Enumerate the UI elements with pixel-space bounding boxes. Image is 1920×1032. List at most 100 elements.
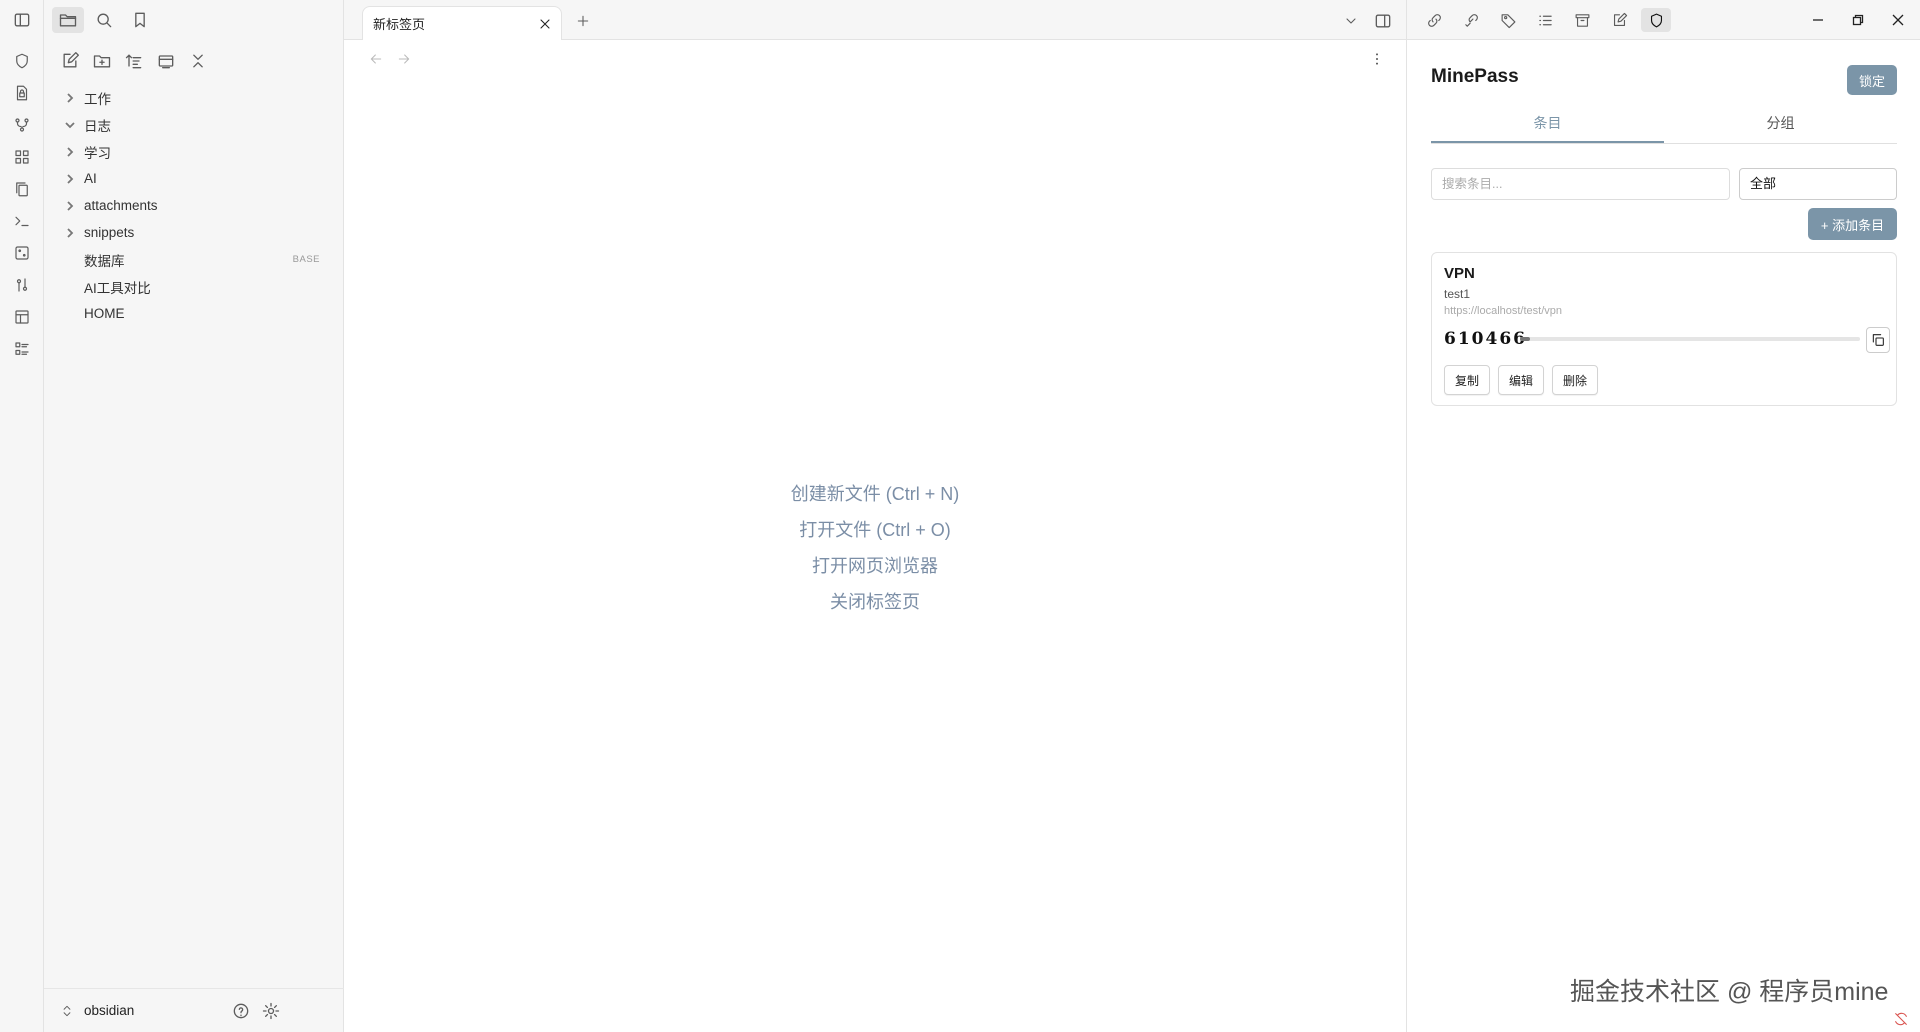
- group-filter-select[interactable]: 全部: [1739, 168, 1897, 200]
- entry-url: https://localhost/test/vpn: [1444, 305, 1563, 317]
- tree-item-label: 日志: [84, 118, 111, 134]
- entry-actions: 复制 编辑 删除: [1444, 365, 1606, 395]
- search-icon[interactable]: [88, 7, 120, 33]
- new-tab-plus-icon[interactable]: [572, 10, 594, 32]
- bookmark-icon[interactable]: [124, 7, 156, 33]
- collapse-view-icon[interactable]: [150, 48, 182, 74]
- tag-icon[interactable]: [1493, 8, 1523, 32]
- arrow-left-icon[interactable]: [362, 48, 390, 70]
- tree-item-label: AI: [84, 171, 97, 186]
- watermark: 掘金技术社区 @ 程序员mine: [1570, 978, 1889, 1006]
- chevrons-up-down-icon: [63, 1005, 71, 1016]
- tab-list-chevron-down-icon[interactable]: [1340, 10, 1362, 32]
- main-workspace: 新标签页 创建新文件 (Ctrl + N) 打开文件 (Ctrl + O) 打开…: [344, 0, 1406, 1032]
- collapse-all-icon[interactable]: [182, 48, 214, 74]
- edit-button[interactable]: 编辑: [1498, 365, 1545, 395]
- arrow-right-icon[interactable]: [390, 48, 418, 70]
- sliders-icon[interactable]: [10, 273, 34, 297]
- copy-files-icon[interactable]: [10, 177, 34, 201]
- delete-button[interactable]: 删除: [1552, 365, 1599, 395]
- tree-folder[interactable]: 日志: [44, 111, 344, 138]
- copy-button[interactable]: 复制: [1444, 365, 1491, 395]
- tab-bar: 新标签页: [344, 0, 1406, 40]
- chevron-right-icon: [62, 198, 78, 214]
- shield-icon[interactable]: [1641, 8, 1671, 32]
- right-sidebar-toggle-icon[interactable]: [1372, 10, 1394, 32]
- git-graph-icon[interactable]: [10, 113, 34, 137]
- navigation-bar: [362, 48, 418, 70]
- tree-folder[interactable]: attachments: [44, 192, 344, 219]
- file-explorer-sidebar: 工作 日志 学习 AI attachments snippets 数据库 BAS…: [14, 0, 344, 1032]
- chevron-right-icon: [62, 144, 78, 160]
- vault-switcher[interactable]: obsidian: [60, 1003, 134, 1018]
- vault-name: obsidian: [84, 1003, 135, 1018]
- chevron-right-icon: [62, 90, 78, 106]
- chevron-right-icon: [62, 171, 78, 187]
- tree-folder[interactable]: AI: [44, 165, 344, 192]
- right-sidebar: MinePass 锁定 条目 分组 全部 + 添加条目 VPN test1 ht…: [1406, 0, 1920, 1032]
- chevron-right-icon: [62, 225, 78, 241]
- terminal-icon[interactable]: [10, 209, 34, 233]
- tree-item-label: snippets: [84, 225, 135, 240]
- tree-folder[interactable]: snippets: [44, 219, 344, 246]
- layout-icon[interactable]: [10, 305, 34, 329]
- tab-entries[interactable]: 条目: [1431, 110, 1664, 143]
- help-icon[interactable]: [230, 1000, 252, 1022]
- link-check-icon[interactable]: [1456, 8, 1486, 32]
- lock-button[interactable]: 锁定: [1847, 65, 1897, 95]
- open-file-action[interactable]: 打开文件 (Ctrl + O): [344, 512, 1406, 548]
- sidebar-toggle-icon[interactable]: [6, 7, 38, 33]
- explorer-actions: [54, 48, 214, 74]
- entry-card: VPN test1 https://localhost/test/vpn 610…: [1431, 252, 1897, 406]
- empty-tab-actions: 创建新文件 (Ctrl + N) 打开文件 (Ctrl + O) 打开网页浏览器…: [344, 476, 1406, 620]
- tree-folder[interactable]: 工作: [44, 84, 344, 111]
- tree-item-label: HOME: [84, 306, 125, 321]
- checklist-icon[interactable]: [10, 337, 34, 361]
- create-new-file-action[interactable]: 创建新文件 (Ctrl + N): [344, 476, 1406, 512]
- sidebar-header: [14, 0, 344, 40]
- otp-countdown-fill: [1520, 337, 1531, 341]
- close-icon[interactable]: [537, 16, 553, 32]
- tree-item-label: attachments: [84, 198, 158, 213]
- sync-status-icon[interactable]: [1893, 1011, 1911, 1029]
- tab-new-tab[interactable]: 新标签页: [362, 6, 562, 40]
- more-options-icon[interactable]: [1366, 48, 1388, 70]
- dice-icon[interactable]: [10, 241, 34, 265]
- close-window-icon[interactable]: [1883, 8, 1913, 32]
- add-entry-button[interactable]: + 添加条目: [1808, 208, 1897, 240]
- close-tab-action[interactable]: 关闭标签页: [344, 584, 1406, 620]
- tree-file[interactable]: HOME: [44, 300, 344, 327]
- grid-icon[interactable]: [10, 145, 34, 169]
- tree-file[interactable]: AI工具对比: [44, 273, 344, 300]
- chevron-down-icon: [62, 117, 78, 133]
- tree-item-label: AI工具对比: [84, 280, 151, 296]
- archive-icon[interactable]: [1567, 8, 1597, 32]
- tab-groups[interactable]: 分组: [1664, 110, 1897, 143]
- sort-icon[interactable]: [118, 48, 150, 74]
- plugin-tabs: 条目 分组: [1431, 110, 1897, 144]
- copy-otp-icon[interactable]: [1866, 327, 1890, 353]
- open-web-browser-action[interactable]: 打开网页浏览器: [344, 548, 1406, 584]
- link-key-icon[interactable]: [1419, 8, 1449, 32]
- edit-icon[interactable]: [1604, 8, 1634, 32]
- settings-gear-icon[interactable]: [260, 1000, 282, 1022]
- tab-title: 新标签页: [373, 17, 426, 32]
- sidebar-footer: obsidian: [44, 988, 344, 1032]
- folder-icon[interactable]: [52, 7, 84, 33]
- file-tree: 工作 日志 学习 AI attachments snippets 数据库 BAS…: [44, 84, 344, 327]
- restore-icon[interactable]: [1843, 8, 1873, 32]
- minimize-icon[interactable]: [1803, 8, 1833, 32]
- tree-item-label: 工作: [84, 91, 111, 107]
- plugin-title: MinePass: [1431, 66, 1519, 87]
- new-note-icon[interactable]: [54, 48, 86, 74]
- tree-item-label: 数据库: [84, 253, 125, 269]
- search-entries-input[interactable]: [1431, 168, 1730, 200]
- tree-folder[interactable]: 学习: [44, 138, 344, 165]
- tree-file[interactable]: 数据库 BASE: [44, 246, 344, 273]
- new-folder-icon[interactable]: [86, 48, 118, 74]
- shield-outline-icon[interactable]: [10, 49, 34, 73]
- entry-otp-code: 610466: [1444, 329, 1527, 349]
- list-icon[interactable]: [1530, 8, 1560, 32]
- entry-name: VPN: [1444, 265, 1475, 282]
- file-lock-icon[interactable]: [10, 81, 34, 105]
